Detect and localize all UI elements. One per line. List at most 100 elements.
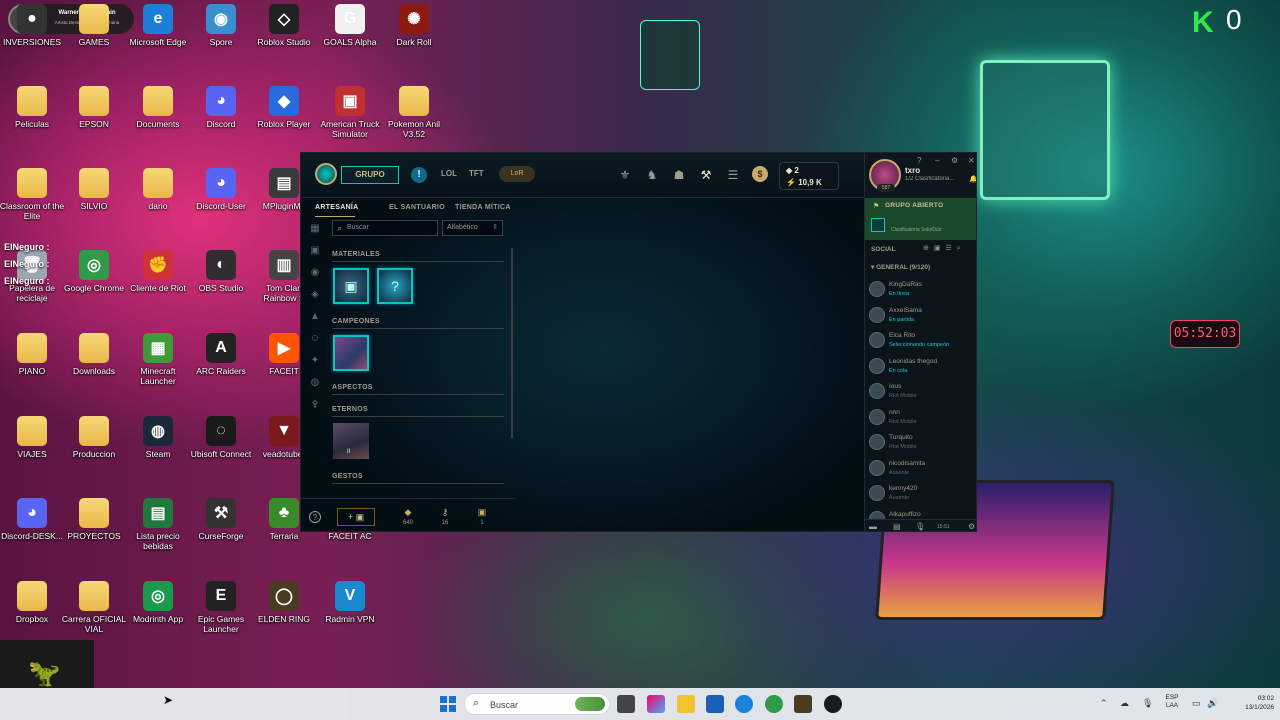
chest-counter[interactable]: ▣ 1 bbox=[472, 507, 492, 526]
icons-filter-icon[interactable]: ◍ bbox=[307, 377, 323, 391]
open-group-banner[interactable]: ⚑ GRUPO ABIERTO Clasificatoria Solo/Dúo bbox=[865, 198, 976, 240]
desktop-icon[interactable]: GAMES bbox=[59, 4, 129, 47]
desktop-icon[interactable]: ▤ Lista precio bebidas bbox=[123, 498, 193, 551]
desktop-icon[interactable]: Pokemon Anil V3.52 bbox=[379, 86, 449, 139]
social-toolbar[interactable]: ⊕▣☰⌕ bbox=[923, 244, 966, 253]
riot-client-icon[interactable] bbox=[794, 695, 812, 713]
desktop-icon[interactable]: PROYECTOS bbox=[59, 498, 129, 541]
desktop-icon[interactable]: ◌ Ubisoft Connect bbox=[186, 416, 256, 459]
loot-item-champion-shard[interactable] bbox=[333, 335, 369, 371]
desktop-icon[interactable]: SILVIO bbox=[59, 168, 129, 211]
materials-filter-icon[interactable]: ▣ bbox=[307, 245, 323, 259]
desktop-icon[interactable]: Carrera OFICIAL VIAL bbox=[59, 581, 129, 634]
volume-icon[interactable]: 🔊 bbox=[1207, 698, 1218, 709]
chat-icon[interactable]: ▬ bbox=[869, 522, 877, 531]
desktop-icon[interactable]: ▦ Minecraft Launcher bbox=[123, 333, 193, 386]
desktop-icon[interactable]: PIANO bbox=[0, 333, 67, 376]
info-icon[interactable]: ! bbox=[411, 167, 427, 183]
desktop-icon[interactable]: ◐ OBS Studio bbox=[186, 250, 256, 293]
grid-icon[interactable]: ▦ bbox=[307, 223, 323, 237]
ms-store-icon[interactable] bbox=[706, 695, 724, 713]
desktop-icon[interactable]: ◆ Roblox Player bbox=[249, 86, 319, 129]
add-chest-button[interactable]: + ▣ bbox=[337, 508, 375, 526]
desktop-icon[interactable]: A ARC Raiders bbox=[186, 333, 256, 376]
chevron-up-icon[interactable]: ⌃ bbox=[1100, 698, 1108, 709]
nav-lol[interactable]: LOL bbox=[441, 169, 457, 178]
notification-chip[interactable]: ElNeguro : bbox=[4, 242, 50, 252]
language-indicator[interactable]: ESP LAA bbox=[1160, 694, 1184, 710]
mic-icon[interactable]: 🎙 bbox=[1142, 698, 1153, 709]
skins-filter-icon[interactable]: ◈ bbox=[307, 289, 323, 303]
friend-row[interactable]: KingDaRas En línea bbox=[865, 278, 976, 304]
desktop-icon[interactable]: e Microsoft Edge bbox=[123, 4, 193, 47]
desktop-icon[interactable]: Classroom of the Elite bbox=[0, 168, 67, 221]
desktop-icon[interactable]: ✺ Dark Roll bbox=[379, 4, 449, 47]
desktop-icon[interactable]: E Epic Games Launcher bbox=[186, 581, 256, 634]
home-icon[interactable]: ⚜ bbox=[617, 167, 633, 183]
clock[interactable]: 03:02 13/1/2026 bbox=[1222, 694, 1274, 712]
friend-row[interactable]: Elca Rito Seleccionando campeón bbox=[865, 329, 976, 355]
wards-filter-icon[interactable]: ▲ bbox=[307, 311, 323, 325]
friend-row[interactable]: Ious Riot Mobile bbox=[865, 380, 976, 406]
tab-sanctuary[interactable]: EL SANTUARIO bbox=[389, 204, 445, 211]
chrome-icon[interactable] bbox=[765, 695, 783, 713]
desktop-icon[interactable]: Downloads bbox=[59, 333, 129, 376]
taskbar-search[interactable]: ⌕ Buscar bbox=[464, 693, 610, 715]
desktop-icon[interactable]: ◕ Discord-DESK... bbox=[0, 498, 67, 541]
desktop-icon[interactable]: ◎ Modrinth App bbox=[123, 581, 193, 624]
group-button[interactable]: GRUPO bbox=[341, 166, 399, 184]
minimize-icon[interactable]: – bbox=[935, 156, 939, 165]
loot-icon[interactable]: ⚒ bbox=[698, 167, 714, 183]
file-explorer-icon[interactable] bbox=[677, 695, 695, 713]
desktop-icon[interactable]: Dropbox bbox=[0, 581, 67, 624]
desktop-icon[interactable]: Produccion bbox=[59, 416, 129, 459]
eternals-filter-icon[interactable]: ✦ bbox=[307, 355, 323, 369]
desktop-icon[interactable]: ◍ Steam bbox=[123, 416, 193, 459]
desktop-icon[interactable]: ◉ Spore bbox=[186, 4, 256, 47]
currency-coin-icon[interactable]: $ bbox=[752, 166, 768, 182]
summoner-status[interactable]: 1/2 Clasificatoria... bbox=[905, 176, 967, 182]
network-icon[interactable]: ▭ bbox=[1192, 698, 1201, 709]
desktop-icon[interactable]: Documents bbox=[123, 86, 193, 129]
nav-tft[interactable]: TFT bbox=[469, 169, 484, 178]
desktop-icon[interactable]: ◎ Google Chrome bbox=[59, 250, 129, 293]
collection-icon[interactable]: ☗ bbox=[671, 167, 687, 183]
desktop-icon[interactable]: G GOALS Alpha bbox=[315, 4, 385, 47]
friend-row[interactable]: kenny420 Ausente bbox=[865, 482, 976, 508]
desktop-icon[interactable]: dario bbox=[123, 168, 193, 211]
notification-bell-icon[interactable]: 🔔 bbox=[969, 175, 976, 183]
help-icon[interactable]: ? bbox=[309, 511, 321, 523]
settings-icon[interactable]: ⚙ bbox=[951, 156, 958, 165]
friend-row[interactable]: nnn Riot Mobile bbox=[865, 406, 976, 432]
friend-row[interactable]: nicodisamita Ausente bbox=[865, 457, 976, 483]
sort-select[interactable]: Alfabético ⇳ bbox=[442, 220, 503, 236]
other-filter-icon[interactable]: ⚴ bbox=[307, 399, 323, 413]
help-icon[interactable]: ? bbox=[917, 156, 921, 165]
friends-group-general[interactable]: ▾ GENERAL (9/120) bbox=[871, 263, 930, 271]
desktop-icon[interactable]: ● INVERSIONES bbox=[0, 4, 67, 47]
league-logo-icon[interactable] bbox=[315, 163, 337, 185]
friend-row[interactable]: Turquito Riot Mobile bbox=[865, 431, 976, 457]
tab-mythic-shop[interactable]: TIENDA MÍTICA bbox=[455, 204, 511, 211]
loot-item-chest[interactable]: ▣ bbox=[333, 268, 369, 304]
loot-scrollbar[interactable] bbox=[511, 248, 513, 438]
notification-chip[interactable]: ElNeguro : bbox=[4, 259, 50, 269]
close-icon[interactable]: ✕ bbox=[968, 156, 975, 165]
desktop-icon[interactable]: ▣ American Truck Simulator bbox=[315, 86, 385, 139]
desktop-icon[interactable]: Peliculas bbox=[0, 86, 67, 129]
nav-lor[interactable]: LoR bbox=[499, 166, 535, 182]
copilot-icon[interactable] bbox=[647, 695, 665, 713]
edge-icon[interactable] bbox=[735, 695, 753, 713]
friend-row[interactable]: Leonidas thegod En cola bbox=[865, 355, 976, 381]
loot-search-input[interactable]: ⌕ Buscar bbox=[332, 220, 438, 236]
task-view-icon[interactable] bbox=[617, 695, 635, 713]
desktop-icon[interactable]: ◕ Discord-User bbox=[186, 168, 256, 211]
desktop-icon[interactable]: ◇ Roblox Studio bbox=[249, 4, 319, 47]
voice-icon[interactable]: 🎙 bbox=[915, 522, 925, 531]
orange-essence-counter[interactable]: ◆ 640 bbox=[398, 507, 418, 526]
champions-filter-icon[interactable]: ◉ bbox=[307, 267, 323, 281]
league-taskbar-icon[interactable] bbox=[824, 695, 842, 713]
currency-panel[interactable]: ◆ 2 ⚡ 10,9 K bbox=[779, 162, 839, 190]
desktop-icon[interactable]: EPSON bbox=[59, 86, 129, 129]
loot-item-mystery[interactable]: ? bbox=[377, 268, 413, 304]
